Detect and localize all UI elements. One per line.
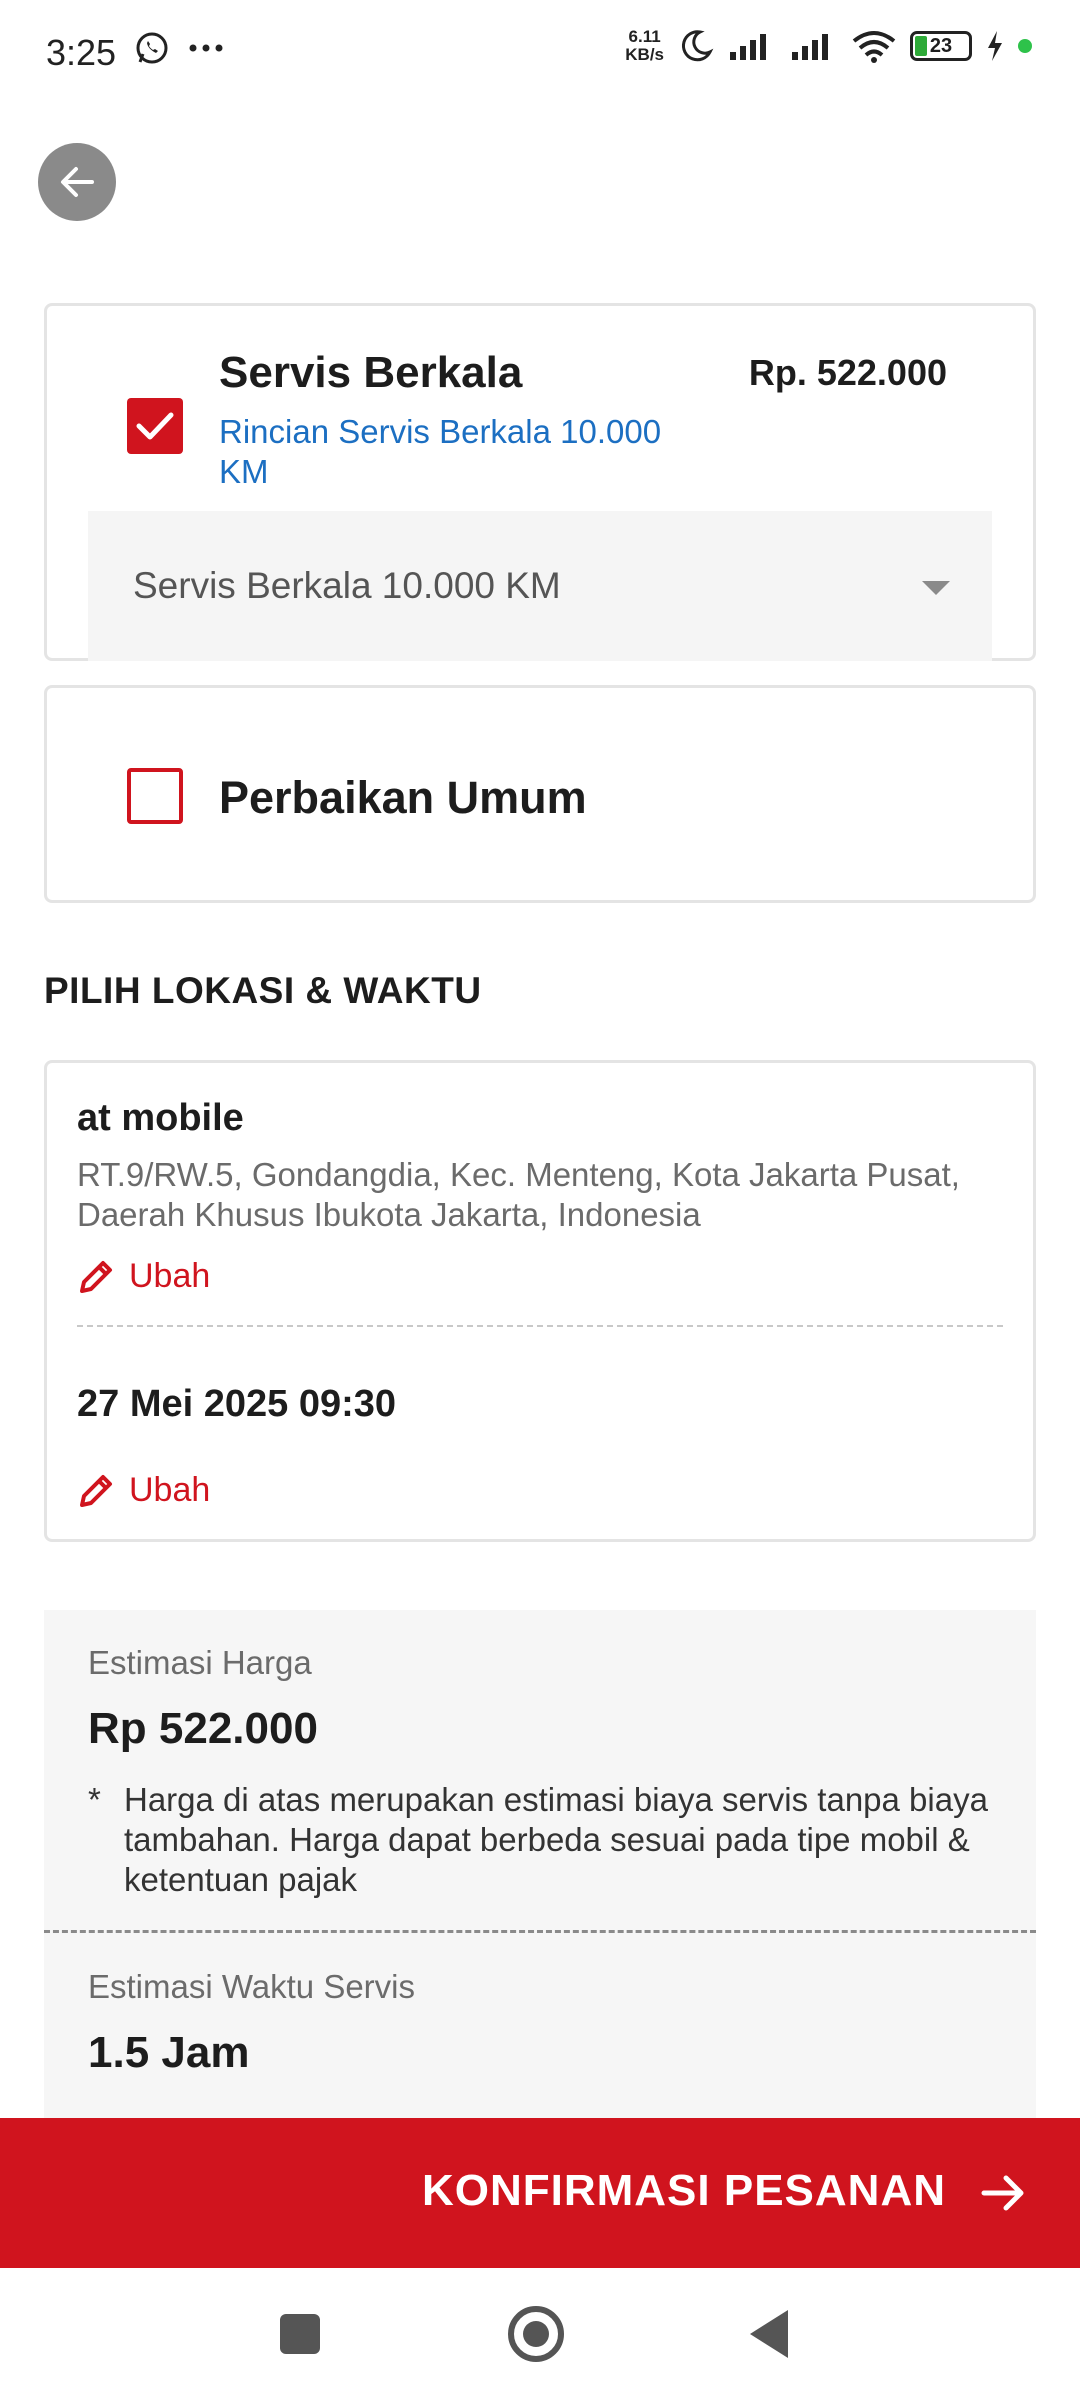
estimate-panel: Estimasi Harga Rp 522.000 * Harga di ata… <box>44 1610 1036 2120</box>
location-time-card: at mobile RT.9/RW.5, Gondangdia, Kec. Me… <box>44 1060 1036 1542</box>
booking-datetime: 27 Mei 2025 09:30 <box>77 1383 397 1425</box>
repair-card[interactable]: Perbaikan Umum <box>44 685 1036 903</box>
network-speed-value: 6.11 <box>628 27 661 46</box>
location-address: RT.9/RW.5, Gondangdia, Kec. Menteng, Kot… <box>77 1156 960 1233</box>
back-triangle-icon[interactable] <box>750 2310 788 2358</box>
dropdown-selected-value: Servis Berkala 10.000 KM <box>133 565 561 606</box>
service-price: Rp. 522.000 <box>748 352 947 393</box>
battery-icon: 23 <box>910 31 972 61</box>
note-text: Harga di atas merupakan estimasi biaya s… <box>124 1781 988 1898</box>
status-bar: 3:25 6.11 KB/s 23 <box>0 0 1080 110</box>
booking-page: 3:25 6.11 KB/s 23 Servis Berkala Rp. 522… <box>0 0 1080 2400</box>
service-detail-link[interactable]: Rincian Servis Berkala 10.000 KM <box>219 412 719 492</box>
moon-icon <box>681 30 714 62</box>
battery-level: 23 <box>929 35 953 57</box>
time-estimate-value: 1.5 Jam <box>88 2028 250 2077</box>
confirm-order-label: KONFIRMASI PESANAN <box>421 2166 946 2215</box>
price-estimate-label: Estimasi Harga <box>88 1644 312 1681</box>
edit-location-label: Ubah <box>129 1257 211 1295</box>
service-checkbox[interactable] <box>127 398 183 454</box>
location-name: at mobile <box>77 1097 244 1139</box>
time-estimate-label: Estimasi Waktu Servis <box>88 1968 416 2005</box>
caret-down-icon <box>922 581 950 595</box>
divider <box>77 1325 1003 1327</box>
status-right-icons: 6.11 KB/s 23 <box>625 28 1032 64</box>
confirm-order-button[interactable]: KONFIRMASI PESANAN <box>0 2118 1080 2268</box>
location-time-heading: PILIH LOKASI & WAKTU <box>44 970 482 1011</box>
network-speed: 6.11 KB/s <box>625 28 664 64</box>
pencil-icon <box>80 1474 112 1507</box>
more-icon <box>189 44 223 52</box>
pencil-icon <box>80 1260 112 1293</box>
repair-title: Perbaikan Umum <box>219 772 587 823</box>
check-icon <box>136 412 174 440</box>
repair-checkbox[interactable] <box>127 768 183 824</box>
note-marker: * <box>88 1781 101 1818</box>
network-speed-unit: KB/s <box>625 45 664 64</box>
home-icon[interactable] <box>508 2306 564 2362</box>
edit-datetime-label: Ubah <box>129 1471 211 1509</box>
charging-icon <box>988 31 1002 61</box>
dashed-divider <box>44 1930 1036 1933</box>
privacy-indicator-dot <box>1018 39 1032 53</box>
arrow-left-icon <box>61 167 94 197</box>
signal-icon <box>730 34 766 60</box>
back-button[interactable] <box>38 143 116 221</box>
wifi-icon <box>852 31 896 63</box>
service-package-dropdown[interactable]: Servis Berkala 10.000 KM <box>88 511 992 661</box>
signal-icon-2 <box>792 34 828 60</box>
whatsapp-icon <box>136 32 168 64</box>
status-left-icons <box>134 30 224 66</box>
service-title: Servis Berkala <box>219 348 523 397</box>
edit-datetime-button[interactable]: Ubah <box>77 1471 210 1510</box>
status-time: 3:25 <box>46 32 117 73</box>
edit-location-button[interactable]: Ubah <box>77 1257 210 1296</box>
arrow-right-icon <box>981 2175 1024 2211</box>
system-navigation-bar <box>0 2268 1080 2400</box>
price-estimate-note: * Harga di atas merupakan estimasi biaya… <box>88 1780 1008 1900</box>
service-card: Servis Berkala Rp. 522.000 Rincian Servi… <box>44 303 1036 661</box>
price-estimate-value: Rp 522.000 <box>88 1704 318 1753</box>
recent-apps-icon[interactable] <box>280 2314 320 2354</box>
